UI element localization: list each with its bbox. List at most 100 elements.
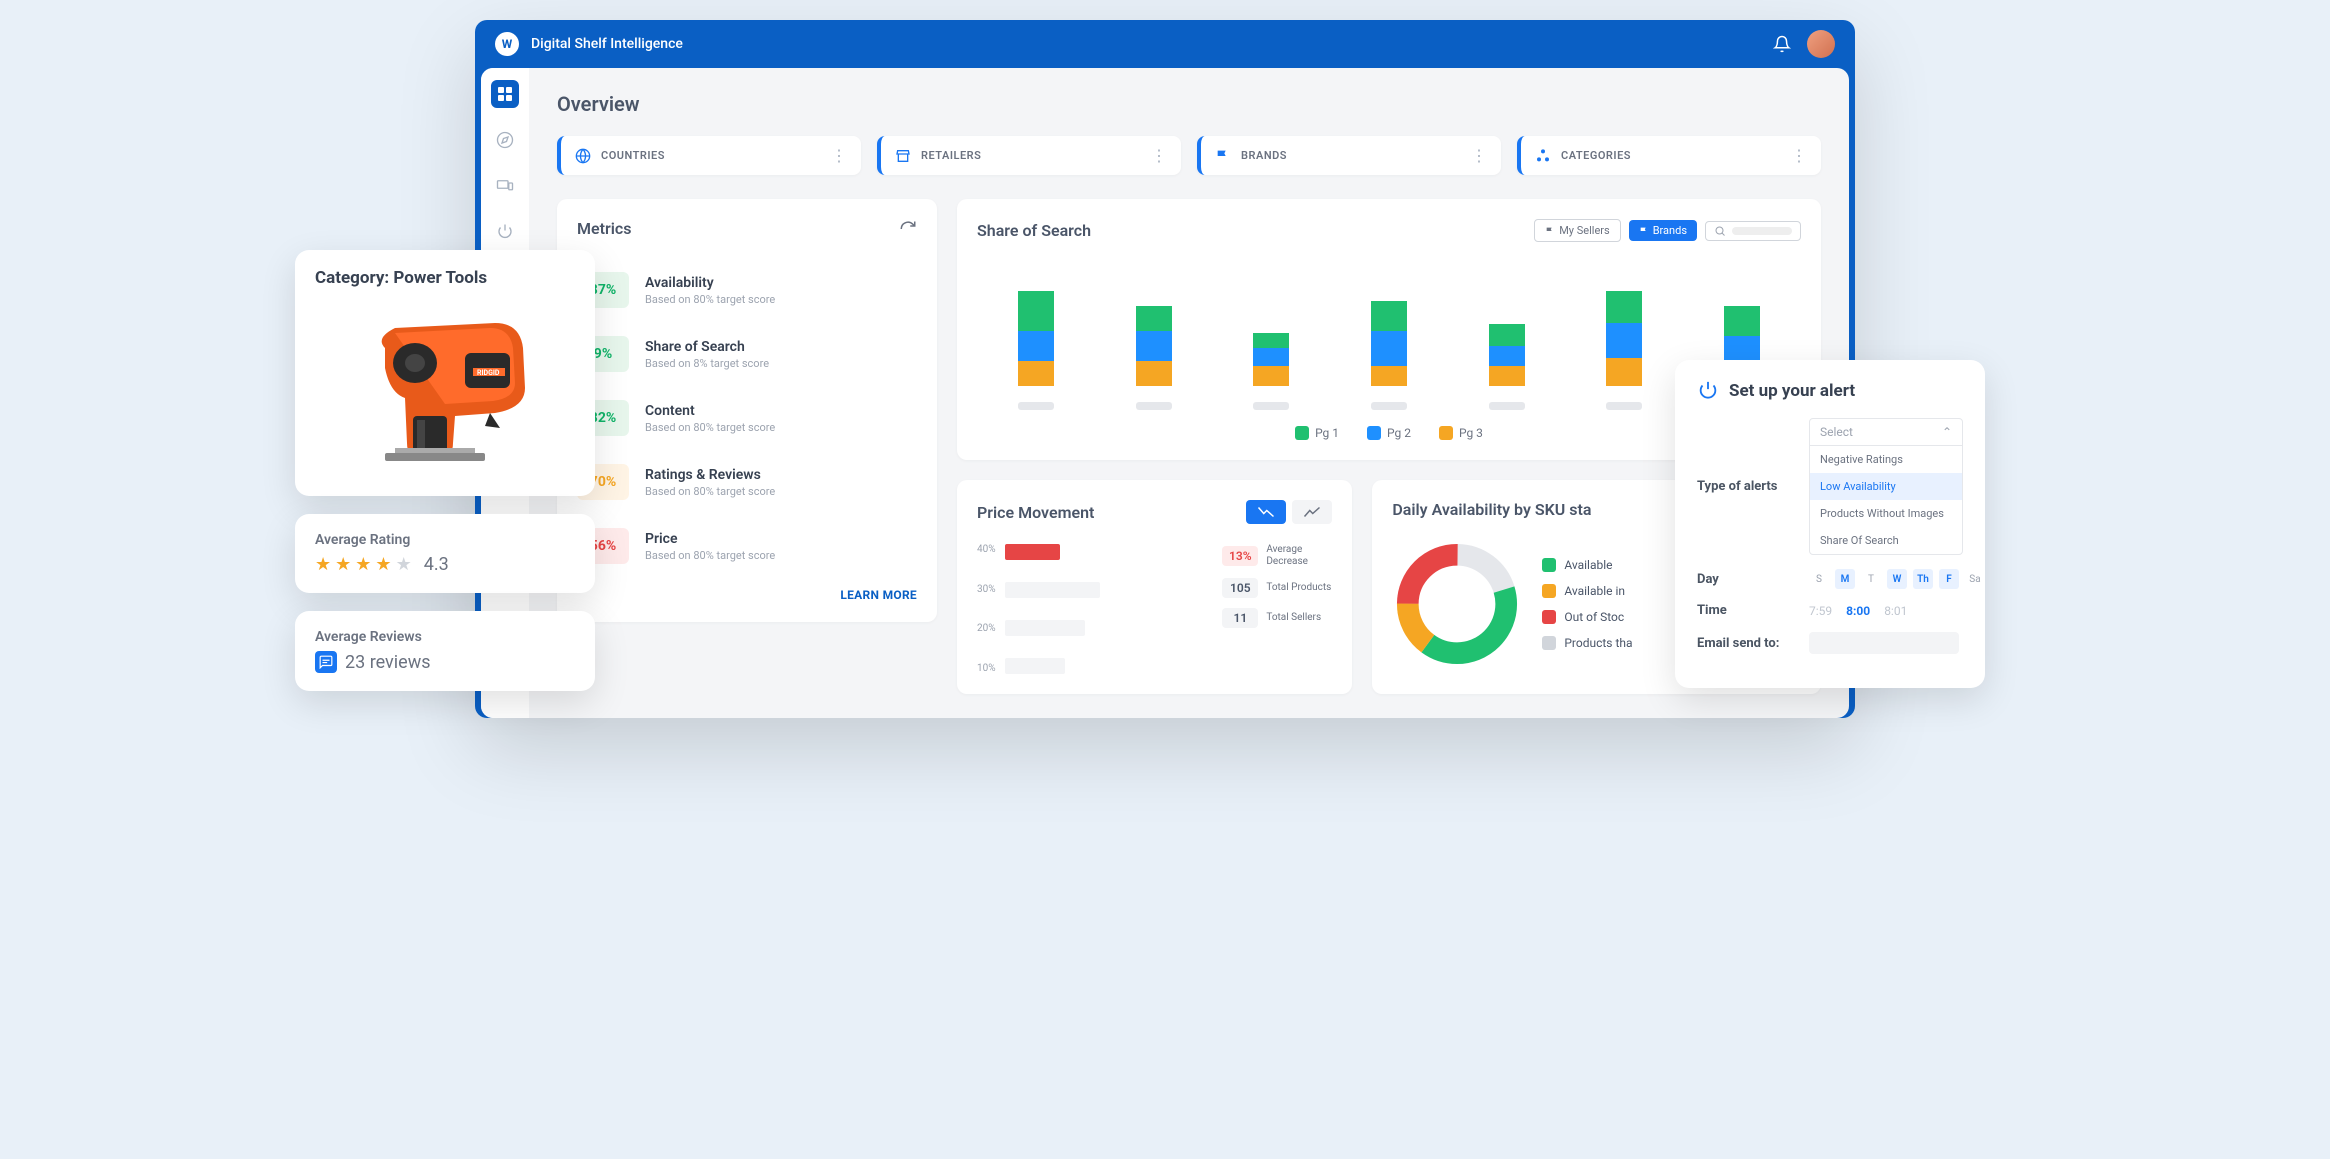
metric-name: Price	[645, 531, 775, 547]
select-option[interactable]: Low Availability	[1810, 473, 1962, 500]
store-icon	[895, 148, 911, 164]
more-icon[interactable]: ⋮	[831, 146, 847, 165]
day-label: Day	[1697, 572, 1797, 587]
page-title: Overview	[557, 92, 1821, 116]
main-content: Overview COUNTRIES ⋮ RETAILERS ⋮ BRANDS …	[529, 68, 1849, 718]
filter-countries[interactable]: COUNTRIES ⋮	[557, 136, 861, 175]
more-icon[interactable]: ⋮	[1791, 146, 1807, 165]
metric-name: Share of Search	[645, 339, 769, 355]
learn-more-link[interactable]: LEARN MORE	[577, 588, 917, 602]
price-bars: 40% 30% 20% 10%	[977, 544, 1206, 674]
app-body: Overview COUNTRIES ⋮ RETAILERS ⋮ BRANDS …	[481, 68, 1849, 718]
day-option[interactable]: M	[1835, 569, 1855, 589]
sidebar-item-compass[interactable]	[491, 126, 519, 154]
filter-label: RETAILERS	[921, 149, 981, 162]
legend-item: Pg 2	[1367, 426, 1411, 440]
filter-brands[interactable]: BRANDS ⋮	[1197, 136, 1501, 175]
search-input[interactable]	[1705, 221, 1801, 241]
chart-bar	[1253, 333, 1289, 386]
brands-pill[interactable]: Brands	[1629, 220, 1697, 241]
flag-icon	[1215, 148, 1231, 164]
select-option[interactable]: Negative Ratings	[1810, 446, 1962, 473]
type-label: Type of alerts	[1697, 479, 1797, 494]
filter-categories[interactable]: CATEGORIES ⋮	[1517, 136, 1821, 175]
star-icon: ★	[375, 554, 391, 575]
x-label	[1606, 402, 1642, 410]
day-option[interactable]: S	[1809, 569, 1829, 589]
legend-swatch	[1542, 558, 1556, 572]
sidebar-item-devices[interactable]	[491, 172, 519, 200]
metric-sub: Based on 8% target score	[645, 357, 769, 370]
power-icon	[1697, 380, 1719, 402]
price-stat: 13% Average Decrease	[1222, 544, 1332, 568]
select-option[interactable]: Products Without Images	[1810, 500, 1962, 527]
chart-bar	[1018, 291, 1054, 386]
filter-label: CATEGORIES	[1561, 149, 1631, 162]
refresh-icon[interactable]	[899, 220, 917, 238]
price-stat: 105 Total Products	[1222, 578, 1332, 598]
alert-overlay: Set up your alert Type of alerts Select⌃…	[1675, 360, 1985, 706]
legend-label: Available in	[1564, 584, 1625, 598]
price-title: Price Movement	[977, 503, 1094, 522]
my-sellers-pill[interactable]: My Sellers	[1534, 219, 1621, 242]
chart-bar	[1371, 301, 1407, 386]
cluster-icon	[1535, 148, 1551, 164]
search-icon	[1714, 225, 1726, 237]
trend-up-button[interactable]	[1292, 500, 1332, 524]
day-option[interactable]: Th	[1913, 569, 1933, 589]
stat-label: Total Products	[1266, 582, 1331, 594]
metric-name: Availability	[645, 275, 775, 291]
metric-row: 9% Share of Search Based on 8% target sc…	[577, 322, 917, 386]
time-option[interactable]: 7:59	[1809, 604, 1832, 618]
chart-bar	[1136, 306, 1172, 386]
legend-swatch	[1542, 584, 1556, 598]
flag-icon	[1545, 226, 1555, 236]
user-avatar[interactable]	[1807, 30, 1835, 58]
svg-text:RIDGID: RIDGID	[477, 369, 500, 377]
day-option[interactable]: F	[1939, 569, 1959, 589]
day-option[interactable]: W	[1887, 569, 1907, 589]
filter-retailers[interactable]: RETAILERS ⋮	[877, 136, 1181, 175]
metric-row: 70% Ratings & Reviews Based on 80% targe…	[577, 450, 917, 514]
x-label	[1253, 402, 1289, 410]
metrics-title: Metrics	[577, 219, 631, 238]
legend-label: Available	[1564, 558, 1612, 572]
email-input[interactable]	[1809, 632, 1959, 654]
sidebar-item-power[interactable]	[491, 218, 519, 246]
product-card: Category: Power Tools RIDGID	[295, 250, 595, 496]
legend-item: Available	[1542, 558, 1632, 572]
rating-title: Average Rating	[315, 532, 575, 548]
rating-card: Average Rating ★ ★ ★ ★ ★ 4.3	[295, 514, 595, 593]
metric-row: 56% Price Based on 80% target score	[577, 514, 917, 578]
star-icon: ★	[315, 554, 331, 575]
stat-value: 11	[1222, 608, 1258, 628]
sidebar-item-dashboard[interactable]	[491, 80, 519, 108]
alert-card: Set up your alert Type of alerts Select⌃…	[1675, 360, 1985, 688]
reviews-card: Average Reviews 23 reviews	[295, 611, 595, 691]
metric-name: Ratings & Reviews	[645, 467, 775, 483]
reviews-value: 23 reviews	[345, 652, 431, 673]
star-icon: ★	[335, 554, 351, 575]
time-option[interactable]: 8:01	[1884, 604, 1907, 618]
day-option[interactable]: Sa	[1965, 569, 1985, 589]
alert-type-select[interactable]: Select⌃ Negative RatingsLow Availability…	[1809, 418, 1963, 555]
trend-down-button[interactable]	[1246, 500, 1286, 524]
stat-label: Average Decrease	[1266, 544, 1332, 568]
bell-icon[interactable]	[1773, 35, 1791, 53]
product-overlay: Category: Power Tools RIDGID Average Rat…	[295, 250, 595, 709]
metric-row: 82% Content Based on 80% target score	[577, 386, 917, 450]
legend-label: Out of Stoc	[1564, 610, 1624, 624]
day-option[interactable]: T	[1861, 569, 1881, 589]
stat-value: 105	[1222, 578, 1258, 598]
metric-sub: Based on 80% target score	[645, 293, 775, 306]
more-icon[interactable]: ⋮	[1471, 146, 1487, 165]
donut-chart	[1392, 539, 1522, 669]
time-option[interactable]: 8:00	[1846, 604, 1870, 618]
x-label	[1371, 402, 1407, 410]
select-option[interactable]: Share Of Search	[1810, 527, 1962, 554]
chart-bar	[1489, 324, 1525, 386]
price-stat: 11 Total Sellers	[1222, 608, 1332, 628]
legend-item: Available in	[1542, 584, 1632, 598]
share-search-title: Share of Search	[977, 221, 1091, 240]
more-icon[interactable]: ⋮	[1151, 146, 1167, 165]
